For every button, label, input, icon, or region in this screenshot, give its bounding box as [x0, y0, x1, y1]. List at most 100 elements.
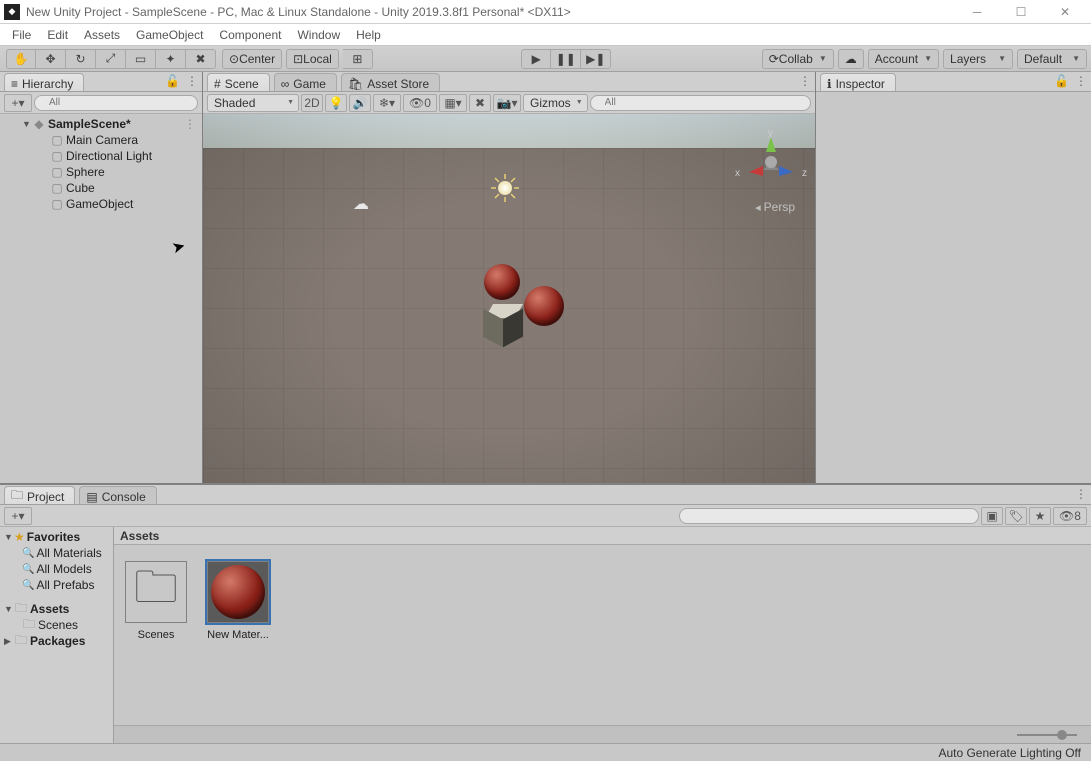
scene-menu-icon[interactable]: ⋮ [184, 117, 196, 131]
project-folder-tree: ▼★Favorites 🔍All Materials 🔍All Models 🔍… [0, 527, 114, 743]
scene-viewport[interactable]: ☁ x y z ◂ Persp [203, 114, 815, 483]
scene-row[interactable]: ▼◆SampleScene*⋮ [0, 116, 202, 132]
custom-tool[interactable]: ✖ [186, 49, 216, 69]
pivot-rotation-button[interactable]: ⊡Local [286, 49, 339, 69]
maximize-button[interactable]: ☐ [999, 0, 1043, 24]
menu-assets[interactable]: Assets [76, 26, 128, 44]
asset-scenes-folder[interactable]: 🗀 Scenes [124, 561, 188, 709]
audio-toggle[interactable]: 🔊 [349, 94, 371, 112]
scene-icon: ◆ [32, 117, 46, 131]
cloud-button[interactable]: ☁ [838, 49, 864, 69]
search-by-label-button[interactable]: 🏷 [1005, 507, 1027, 525]
menu-help[interactable]: Help [348, 26, 389, 44]
hierarchy-panel-menu[interactable]: 🔓⋮ [165, 74, 198, 88]
inspector-tab[interactable]: ℹInspector [820, 73, 896, 91]
search-by-type-button[interactable]: ▣ [981, 507, 1003, 525]
project-create-dropdown[interactable]: +▾ [4, 507, 32, 525]
play-button[interactable]: ▶ [521, 49, 551, 69]
project-tab[interactable]: 🗀Project [4, 486, 75, 504]
game-tab[interactable]: ∞Game [274, 73, 337, 91]
assets-root[interactable]: ▼🗀Assets [0, 601, 113, 617]
inspector-icon: ℹ [827, 77, 832, 91]
hand-tool[interactable]: ✋ [6, 49, 36, 69]
asset-store-tab[interactable]: 🛍Asset Store [341, 73, 440, 91]
inspector-panel-menu[interactable]: 🔓⋮ [1054, 74, 1087, 88]
rect-tool[interactable]: ▭ [126, 49, 156, 69]
scene-grid-dropdown[interactable]: ▦▾ [439, 94, 467, 112]
cube-object[interactable] [483, 304, 521, 344]
hierarchy-item-directional-light[interactable]: ▢Directional Light [0, 148, 202, 164]
project-panel-menu[interactable]: ⋮ [1075, 487, 1087, 501]
2d-toggle[interactable]: 2D [301, 94, 323, 112]
gizmos-dropdown[interactable]: Gizmos [523, 94, 588, 112]
scene-panel: #Scene ∞Game 🛍Asset Store ⋮ Shaded 2D 💡 … [203, 72, 816, 483]
favorites-row[interactable]: ▼★Favorites [0, 529, 113, 545]
hierarchy-tab[interactable]: ≡Hierarchy [4, 73, 84, 91]
asset-zoom-slider[interactable] [114, 725, 1091, 743]
console-tab[interactable]: ▤Console [79, 486, 156, 504]
asset-new-material[interactable]: New Mater... [206, 561, 270, 709]
orientation-gizmo[interactable]: x y z [741, 132, 801, 192]
menu-edit[interactable]: Edit [39, 26, 76, 44]
project-panel: 🗀Project ▤Console ⋮ +▾ 🔍 ▣ 🏷 ★ 👁8 ▼★Favo… [0, 483, 1091, 743]
close-button[interactable]: ✕ [1043, 0, 1087, 24]
scene-visibility-toggle[interactable]: 👁0 [403, 94, 437, 112]
console-icon: ▤ [86, 490, 97, 504]
packages-root[interactable]: ▶🗀Packages [0, 633, 113, 649]
local-icon: ⊡ [293, 52, 303, 66]
minimize-button[interactable]: ─ [955, 0, 999, 24]
fav-all-models[interactable]: 🔍All Models [0, 561, 113, 577]
shading-mode-dropdown[interactable]: Shaded [207, 94, 299, 112]
scene-tab[interactable]: #Scene [207, 73, 270, 91]
account-dropdown[interactable]: Account▼ [868, 49, 939, 69]
search-icon: 🔍 [22, 548, 34, 559]
project-breadcrumb[interactable]: Assets [114, 527, 1091, 545]
hierarchy-item-sphere[interactable]: ▢Sphere [0, 164, 202, 180]
scene-tools-button[interactable]: ✖ [469, 94, 491, 112]
inspector-panel: ℹInspector 🔓⋮ [816, 72, 1091, 483]
menu-file[interactable]: File [4, 26, 39, 44]
cloud-gizmo[interactable]: ☁ [353, 194, 369, 214]
pause-button[interactable]: ❚❚ [551, 49, 581, 69]
sphere-object-2[interactable] [524, 286, 564, 326]
fx-dropdown[interactable]: ❄▾ [373, 94, 401, 112]
directional-light-gizmo[interactable] [491, 174, 519, 202]
menu-component[interactable]: Component [211, 26, 289, 44]
collab-dropdown[interactable]: ⟳ Collab▼ [762, 49, 834, 69]
hidden-packages-toggle[interactable]: 👁8 [1053, 507, 1087, 525]
snap-button[interactable]: ⊞ [343, 49, 373, 69]
scene-camera-dropdown[interactable]: 📷▾ [493, 94, 521, 112]
lighting-toggle[interactable]: 💡 [325, 94, 347, 112]
menu-gameobject[interactable]: GameObject [128, 26, 211, 44]
layers-dropdown[interactable]: Layers▼ [943, 49, 1013, 69]
sphere-object-1[interactable] [484, 264, 520, 300]
layout-dropdown[interactable]: Default▼ [1017, 49, 1087, 69]
window-title: New Unity Project - SampleScene - PC, Ma… [26, 5, 955, 19]
scene-search[interactable] [590, 95, 811, 111]
fav-all-prefabs[interactable]: 🔍All Prefabs [0, 577, 113, 593]
lighting-status: Auto Generate Lighting Off [938, 746, 1081, 760]
gameobject-icon: ▢ [50, 149, 64, 163]
menu-window[interactable]: Window [289, 26, 348, 44]
pivot-mode-button[interactable]: ⊙Center [222, 49, 282, 69]
move-tool[interactable]: ✥ [36, 49, 66, 69]
folder-icon: 🗀 [14, 634, 28, 648]
hierarchy-item-cube[interactable]: ▢Cube [0, 180, 202, 196]
transform-tool[interactable]: ✦ [156, 49, 186, 69]
scale-tool[interactable]: ⤢ [96, 49, 126, 69]
save-search-button[interactable]: ★ [1029, 507, 1051, 525]
hierarchy-icon: ≡ [11, 77, 18, 91]
asset-grid: 🗀 Scenes New Mater... [114, 545, 1091, 725]
perspective-label[interactable]: ◂ Persp [755, 200, 795, 214]
project-search[interactable] [679, 508, 979, 524]
step-button[interactable]: ▶❚ [581, 49, 611, 69]
status-bar: Auto Generate Lighting Off [0, 743, 1091, 761]
scene-panel-menu[interactable]: ⋮ [799, 74, 811, 88]
create-dropdown[interactable]: +▾ [4, 94, 32, 112]
hierarchy-item-main-camera[interactable]: ▢Main Camera [0, 132, 202, 148]
rotate-tool[interactable]: ↻ [66, 49, 96, 69]
hierarchy-search[interactable] [34, 95, 198, 111]
hierarchy-item-gameobject[interactable]: ▢GameObject [0, 196, 202, 212]
inspector-body [816, 92, 1091, 483]
fav-all-materials[interactable]: 🔍All Materials [0, 545, 113, 561]
